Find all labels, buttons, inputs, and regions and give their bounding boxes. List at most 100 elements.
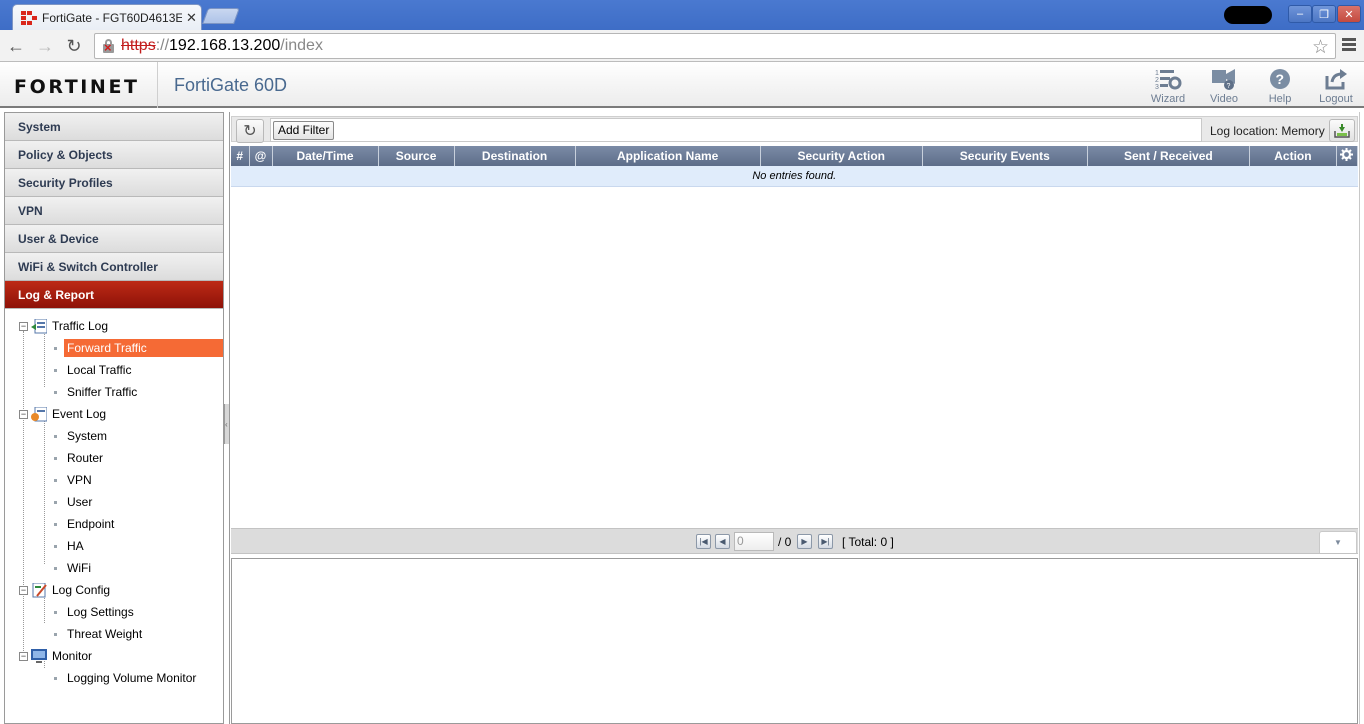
nav-section-vpn[interactable]: VPN — [5, 197, 223, 225]
refresh-button[interactable]: ↻ — [236, 119, 264, 143]
download-button[interactable] — [1329, 119, 1355, 142]
previous-page-icon[interactable]: ◀ — [715, 534, 730, 549]
fortinet-logo: FORTINET — [14, 76, 140, 98]
browser-tab[interactable]: FortiGate - FGT60D4613E ✕ — [12, 4, 202, 30]
wizard-button[interactable]: 123 Wizard — [1146, 66, 1190, 105]
tree-item-label: Threat Weight — [67, 627, 143, 641]
tree-item-forward-traffic[interactable]: Forward Traffic — [5, 337, 223, 359]
column-header-sent-received[interactable]: Sent / Received — [1087, 146, 1250, 166]
device-name: FortiGate 60D — [174, 75, 288, 95]
log-location-label: Log location: Memory — [1210, 124, 1325, 138]
browser-menu-icon[interactable] — [1342, 38, 1356, 53]
tree-item-user[interactable]: User — [5, 491, 223, 513]
collapse-toggle-icon[interactable]: − — [19, 585, 28, 595]
svg-text:1: 1 — [1155, 70, 1159, 77]
header-divider — [157, 62, 158, 108]
profile-avatar[interactable] — [1224, 6, 1272, 24]
tree-item-label: Sniffer Traffic — [67, 385, 138, 399]
column-header-at[interactable]: @ — [249, 146, 273, 166]
table-row: No entries found. — [231, 166, 1358, 187]
column-header-datetime[interactable]: Date/Time — [272, 146, 379, 166]
tree-item-label: VPN — [67, 473, 92, 487]
new-tab-button[interactable] — [202, 8, 240, 24]
add-filter-button[interactable]: Add Filter — [273, 121, 335, 140]
nav-section-user-device[interactable]: User & Device — [5, 225, 223, 253]
bookmark-star-icon[interactable]: ☆ — [1312, 36, 1329, 59]
video-icon: ? — [1202, 66, 1246, 92]
refresh-icon: ↻ — [243, 123, 257, 140]
first-page-icon[interactable]: |◀ — [696, 534, 711, 549]
filter-field[interactable] — [270, 118, 1202, 142]
nav-section-security-profiles[interactable]: Security Profiles — [5, 169, 223, 197]
video-label: Video — [1210, 93, 1238, 105]
tree-item-log-settings[interactable]: Log Settings — [5, 601, 223, 623]
column-header-index[interactable]: # — [231, 146, 250, 166]
tree-group-label: Log Config — [52, 583, 111, 597]
collapse-toggle-icon[interactable]: − — [19, 409, 28, 419]
next-page-icon[interactable]: ▶ — [797, 534, 812, 549]
tab-close-icon[interactable]: ✕ — [186, 10, 197, 26]
video-button[interactable]: ? Video — [1202, 66, 1246, 105]
tree-item-endpoint[interactable]: Endpoint — [5, 513, 223, 535]
address-bar[interactable]: × https://192.168.13.200/index ☆ — [94, 33, 1336, 59]
tree-item-ha[interactable]: HA — [5, 535, 223, 557]
tree-item-label: Log Settings — [67, 605, 134, 619]
tree-group-label: Monitor — [52, 649, 93, 663]
minimize-button[interactable]: – — [1288, 5, 1312, 23]
column-header-destination[interactable]: Destination — [454, 146, 576, 166]
insecure-lock-icon[interactable]: × — [103, 39, 115, 54]
close-window-button[interactable]: ✕ — [1337, 5, 1361, 23]
log-report-tree: − Traffic Log Forward Traffic Local Traf… — [5, 309, 223, 689]
tree-group-label: Traffic Log — [52, 319, 109, 333]
total-count: [ Total: 0 ] — [842, 535, 894, 549]
help-icon: ? — [1258, 66, 1302, 92]
filter-bar: ↻ Add Filter Log location: Memory — [231, 116, 1358, 143]
nav-section-log-report[interactable]: Log & Report — [5, 281, 223, 309]
url-separator: :// — [155, 37, 170, 54]
reload-icon[interactable]: ↻ — [63, 36, 85, 56]
tree-item-system[interactable]: System — [5, 425, 223, 447]
wizard-label: Wizard — [1150, 93, 1186, 105]
column-header-source[interactable]: Source — [378, 146, 455, 166]
tree-item-wifi[interactable]: WiFi — [5, 557, 223, 579]
help-label: Help — [1268, 93, 1292, 105]
back-arrow-icon[interactable]: ← — [5, 36, 27, 56]
column-header-application-name[interactable]: Application Name — [575, 146, 761, 166]
page-number-input[interactable]: 0 — [734, 532, 774, 551]
tree-item-threat-weight[interactable]: Threat Weight — [5, 623, 223, 645]
tree-group-event-log[interactable]: − Event Log — [5, 403, 223, 425]
column-header-security-action[interactable]: Security Action — [760, 146, 923, 166]
maximize-button[interactable]: ❐ — [1312, 5, 1336, 23]
tree-item-vpn[interactable]: VPN — [5, 469, 223, 491]
column-header-security-events[interactable]: Security Events — [922, 146, 1088, 166]
collapse-toggle-icon[interactable]: − — [19, 321, 28, 331]
details-collapse-chevron-icon[interactable]: ▼ — [1319, 531, 1357, 553]
logout-button[interactable]: Logout — [1314, 66, 1358, 105]
svg-text:?: ? — [1227, 83, 1231, 90]
tree-group-monitor[interactable]: − Monitor — [5, 645, 223, 667]
collapse-toggle-icon[interactable]: − — [19, 651, 28, 661]
column-settings-gear-icon[interactable] — [1336, 146, 1359, 166]
left-navigation: System Policy & Objects Security Profile… — [4, 112, 224, 724]
tree-item-sniffer-traffic[interactable]: Sniffer Traffic — [5, 381, 223, 403]
tree-item-label: Router — [67, 451, 104, 465]
last-page-icon[interactable]: ▶| — [818, 534, 833, 549]
tree-group-log-config[interactable]: − Log Config — [5, 579, 223, 601]
nav-section-system[interactable]: System — [5, 113, 223, 141]
nav-section-wifi-switch[interactable]: WiFi & Switch Controller — [5, 253, 223, 281]
log-details-pane — [231, 558, 1358, 724]
column-header-action[interactable]: Action — [1249, 146, 1337, 166]
svg-text:3: 3 — [1155, 84, 1159, 91]
url-host: 192.168.13.200 — [169, 37, 281, 54]
tree-item-logging-volume-monitor[interactable]: Logging Volume Monitor — [5, 667, 223, 689]
forward-arrow-icon[interactable]: → — [34, 36, 56, 56]
tree-group-traffic-log[interactable]: − Traffic Log — [5, 315, 223, 337]
help-button[interactable]: ? Help — [1258, 66, 1302, 105]
download-icon — [1334, 123, 1350, 138]
tree-item-local-traffic[interactable]: Local Traffic — [5, 359, 223, 381]
nav-section-policy-objects[interactable]: Policy & Objects — [5, 141, 223, 169]
tree-item-router[interactable]: Router — [5, 447, 223, 469]
tree-item-label: WiFi — [67, 561, 91, 575]
main-panel: ↻ Add Filter Log location: Memory # @ Da… — [229, 112, 1360, 724]
monitor-icon — [31, 648, 47, 664]
